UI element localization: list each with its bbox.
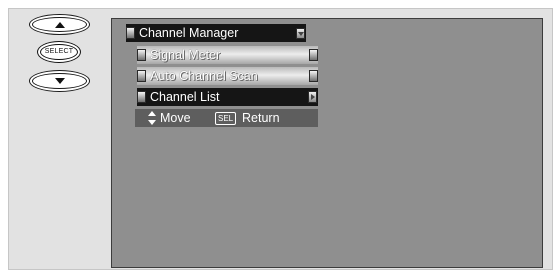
select-button[interactable]: SELECT (37, 41, 81, 63)
arrow-up-icon (54, 21, 65, 28)
bracket-icon (137, 91, 146, 103)
bracket-icon (309, 70, 318, 82)
menu-item-channel-list[interactable]: Channel List (137, 88, 318, 106)
menu-title-label: Channel Manager (139, 26, 239, 40)
move-label: Move (160, 111, 191, 125)
submenu-arrow-icon (308, 91, 317, 103)
up-button[interactable] (29, 14, 90, 35)
sel-key-icon: SEL (215, 112, 237, 125)
bracket-icon (137, 49, 146, 61)
select-button-label: SELECT (40, 44, 78, 60)
bracket-icon (309, 49, 318, 61)
menu-item-label: Channel List (150, 90, 220, 104)
menu-item-signal-meter[interactable]: Signal Meter (137, 46, 318, 64)
menu-title: Channel Manager (126, 24, 306, 42)
bracket-icon (137, 70, 146, 82)
help-bar: Move SEL Return (135, 109, 318, 127)
return-label: Return (242, 111, 280, 125)
down-button[interactable] (29, 70, 90, 92)
dropdown-arrow-icon (296, 28, 305, 39)
menu-item-auto-channel-scan[interactable]: Auto Channel Scan (137, 67, 318, 85)
arrow-down-icon (54, 78, 65, 84)
up-down-arrows-icon (148, 111, 156, 125)
menu-item-label: Auto Channel Scan (150, 69, 258, 83)
bracket-icon (126, 27, 135, 39)
menu-item-label: Signal Meter (150, 48, 221, 62)
